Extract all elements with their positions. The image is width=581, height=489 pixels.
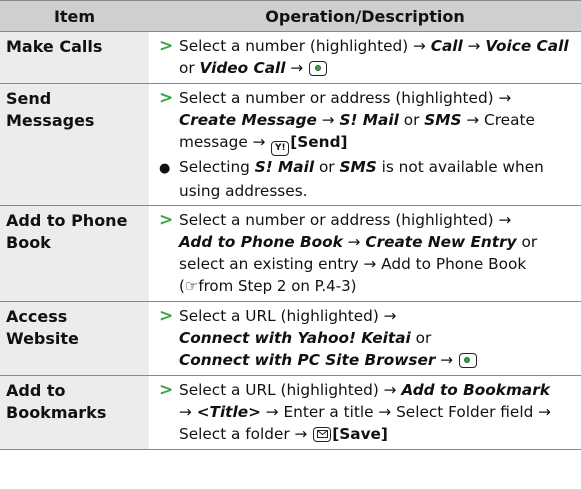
reference-line: (☞from Step 2 on P.4-3)	[179, 277, 357, 295]
step-line: Connect with Yahoo! Keitai or	[179, 329, 432, 347]
note-line: ● Selecting S! Mail or SMS is not availab…	[159, 156, 579, 180]
table-row: Access Website > Select a URL (highlighte…	[0, 301, 581, 376]
step-line: message → Y! [Send]	[159, 131, 579, 156]
step-line: Connect with PC Site Browser →	[159, 349, 579, 371]
row-description: > Select a number or address (highlighted…	[149, 205, 581, 302]
note-line: using addresses.	[179, 182, 308, 200]
step-line: select an existing entry → Add to Phone …	[179, 255, 527, 273]
row-item-access-website: Access Website	[0, 301, 149, 376]
row-description: > Select a URL (highlighted) → Add to Boo…	[149, 375, 581, 450]
step-line: Create Message → S! Mail or SMS → Create	[179, 111, 535, 129]
step-line: > Select a number or address (highlighted…	[159, 210, 512, 230]
step-line: or Video Call →	[159, 57, 579, 79]
row-item-add-to-bookmarks: Add to Bookmarks	[0, 375, 149, 450]
green-chevron-icon: >	[159, 380, 174, 400]
table-row: Add to Bookmarks > Select a URL (highligh…	[0, 375, 581, 450]
green-chevron-icon: >	[159, 88, 174, 108]
step-line: Select a folder → [Save]	[179, 425, 388, 443]
center-key-icon	[458, 353, 477, 368]
step-line: > Select a number (highlighted) → Call → …	[159, 36, 569, 56]
bullet-icon: ●	[159, 161, 171, 176]
green-chevron-icon: >	[159, 36, 174, 56]
step-line: > Select a URL (highlighted) →	[159, 306, 397, 326]
table-row: Make Calls > Select a number (highlighted…	[0, 31, 581, 84]
mail-key-icon	[313, 427, 332, 442]
row-item-add-to-phone-book: Add to Phone Book	[0, 205, 149, 302]
row-description: > Select a number or address (highlighted…	[149, 83, 581, 206]
row-description: > Select a number (highlighted) → Call → …	[149, 31, 581, 84]
pointing-hand-icon: ☞	[184, 277, 199, 295]
table-header-row: Item Operation/Description	[0, 0, 581, 32]
header-item: Item	[0, 0, 149, 32]
step-line: → <Title> → Enter a title → Select Folde…	[179, 403, 551, 421]
center-key-icon	[309, 61, 328, 76]
green-chevron-icon: >	[159, 210, 174, 230]
row-item-make-calls: Make Calls	[0, 31, 149, 84]
operations-table: Item Operation/Description Make Calls > S…	[0, 0, 581, 450]
header-description: Operation/Description	[149, 0, 581, 32]
table-row: Add to Phone Book > Select a number or ad…	[0, 205, 581, 302]
step-line: Add to Phone Book → Create New Entry or	[179, 233, 538, 251]
green-chevron-icon: >	[159, 306, 174, 326]
step-line: > Select a number or address (highlighted…	[159, 88, 512, 108]
row-description: > Select a URL (highlighted) → Connect wi…	[149, 301, 581, 376]
step-line: > Select a URL (highlighted) → Add to Boo…	[159, 380, 550, 400]
row-item-send-messages: Send Messages	[0, 83, 149, 206]
yahoo-key-icon: Y!	[271, 141, 290, 156]
table-row: Send Messages > Select a number or addres…	[0, 83, 581, 206]
